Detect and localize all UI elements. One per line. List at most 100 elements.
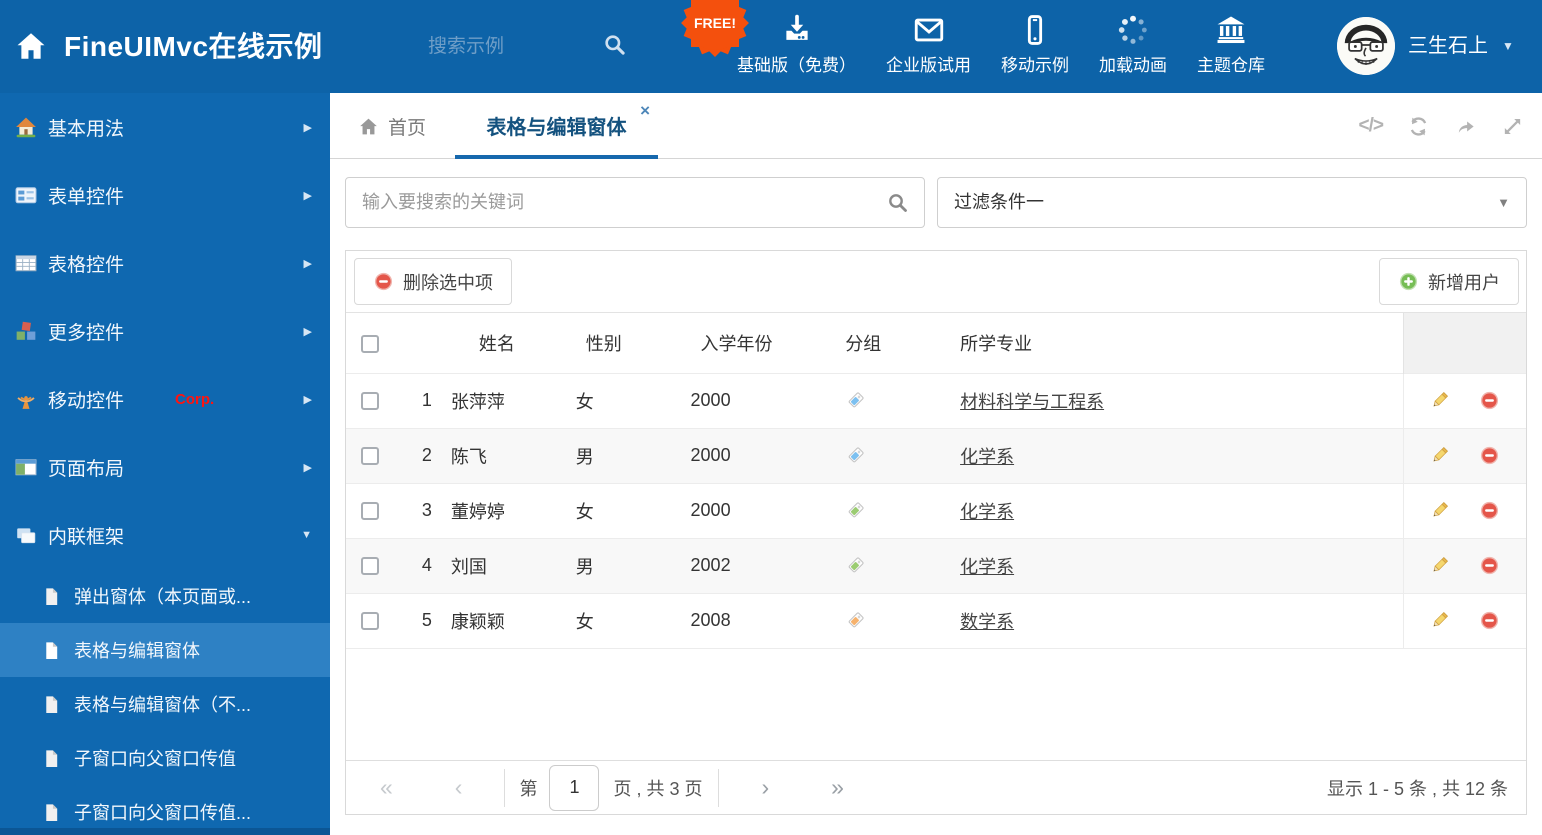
- tab-label: 首页: [388, 117, 427, 139]
- grid-panel: 删除选中项 新增用户 姓名 性别 入学年份 分组 所学专业 1 张萍萍 女 20…: [345, 250, 1527, 815]
- home-icon: [360, 118, 377, 134]
- layout-icon: [15, 459, 37, 476]
- user-name[interactable]: 三生石上: [1408, 0, 1488, 93]
- sidebar-bottom-strip: [0, 828, 330, 835]
- nav-label: 企业版试用: [886, 56, 971, 75]
- delete-row-icon[interactable]: [1479, 390, 1500, 411]
- tag-icon: [848, 557, 864, 573]
- sidebar-subitem-popup-window[interactable]: 弹出窗体（本页面或...: [0, 569, 330, 623]
- sidebar-item-form-controls[interactable]: 表单控件 ▶: [0, 161, 330, 229]
- expand-icon[interactable]: [1501, 115, 1524, 138]
- refresh-icon[interactable]: [1407, 115, 1430, 138]
- close-icon[interactable]: ×: [640, 101, 650, 121]
- select-all-checkbox[interactable]: [361, 334, 379, 353]
- edit-pencil-icon[interactable]: [1429, 390, 1450, 411]
- page-suffix-label: 页 , 共 3 页: [613, 778, 703, 799]
- sidebar-item-label: 更多控件: [48, 322, 125, 344]
- major-link[interactable]: 数学系: [960, 612, 1014, 632]
- sidebar-subitem-label: 子窗口向父窗口传值...: [74, 803, 252, 823]
- tab-home[interactable]: 首页: [358, 93, 426, 159]
- tab-grid-edit-window[interactable]: 表格与编辑窗体 ×: [455, 93, 658, 159]
- tag-icon: [848, 447, 864, 463]
- file-icon: [46, 803, 58, 821]
- search-icon[interactable]: [602, 32, 628, 58]
- search-icon[interactable]: [886, 191, 910, 215]
- edit-pencil-icon[interactable]: [1429, 555, 1450, 576]
- page-number-input[interactable]: [549, 764, 600, 811]
- sidebar-item-mobile-controls[interactable]: 移动控件 Corp. ▶: [0, 365, 330, 433]
- cell-name: 陈飞: [450, 446, 487, 467]
- header-number: [404, 313, 446, 373]
- sidebar-subitem-child-to-parent[interactable]: 子窗口向父窗口传值: [0, 731, 330, 785]
- sidebar-item-label: 表单控件: [48, 186, 125, 208]
- first-page-button[interactable]: «: [380, 774, 393, 801]
- share-icon[interactable]: [1454, 115, 1477, 138]
- delete-row-icon[interactable]: [1479, 500, 1500, 521]
- delete-row-icon[interactable]: [1479, 445, 1500, 466]
- download-icon: [785, 14, 808, 40]
- row-checkbox[interactable]: [361, 392, 379, 411]
- nav-enterprise-trial[interactable]: 企业版试用: [871, 0, 986, 93]
- prev-page-button[interactable]: ‹: [455, 774, 463, 801]
- pager-divider: [504, 768, 506, 807]
- sidebar-item-basic-usage[interactable]: 基本用法 ▶: [0, 93, 330, 161]
- nav-loading-animation[interactable]: 加载动画: [1084, 0, 1182, 93]
- table-icon: [15, 255, 37, 272]
- row-checkbox[interactable]: [361, 502, 379, 521]
- row-number: 5: [421, 610, 432, 630]
- cell-name: 董婷婷: [450, 501, 505, 522]
- edit-pencil-icon[interactable]: [1429, 610, 1450, 631]
- home-icon[interactable]: [14, 29, 48, 63]
- major-link[interactable]: 材料科学与工程系: [960, 392, 1104, 412]
- sidebar-subitem-grid-edit-window[interactable]: 表格与编辑窗体: [0, 623, 330, 677]
- delete-selected-button[interactable]: 删除选中项: [354, 258, 512, 305]
- app-title: FineUIMvc在线示例: [64, 31, 323, 62]
- row-checkbox[interactable]: [361, 557, 379, 576]
- row-checkbox[interactable]: [361, 447, 379, 466]
- major-link[interactable]: 化学系: [960, 502, 1014, 522]
- source-code-icon[interactable]: </>: [1359, 115, 1385, 137]
- sidebar-subitem-grid-edit-window-2[interactable]: 表格与编辑窗体（不...: [0, 677, 330, 731]
- sidebar-subitem-label: 表格与编辑窗体（不...: [74, 695, 252, 715]
- cell-year: 2000: [690, 445, 731, 465]
- column-header-major: 所学专业: [960, 333, 1033, 354]
- tag-icon: [848, 392, 864, 408]
- header-search-input[interactable]: [428, 30, 588, 64]
- row-checkbox[interactable]: [361, 612, 379, 631]
- nav-basic-free[interactable]: 基础版（免费）: [722, 0, 871, 93]
- sidebar-item-page-layout[interactable]: 页面布局 ▶: [0, 433, 330, 501]
- sidebar-item-grid-controls[interactable]: 表格控件 ▶: [0, 229, 330, 297]
- sidebar-item-iframe[interactable]: 内联框架 ▼: [0, 501, 330, 569]
- column-header-actions: [1402, 313, 1526, 373]
- nav-mobile-demo[interactable]: 移动示例: [986, 0, 1084, 93]
- add-user-button[interactable]: 新增用户: [1379, 258, 1519, 305]
- delete-row-icon[interactable]: [1479, 610, 1500, 631]
- antenna-icon: [17, 396, 35, 409]
- major-link[interactable]: 化学系: [960, 557, 1014, 577]
- cell-year: 2002: [690, 555, 731, 575]
- main-content: 首页 表格与编辑窗体 × </> 输入要搜索的关键词 过滤条件一 ▼ 删除选中项…: [330, 93, 1542, 835]
- keyword-search-input[interactable]: [362, 178, 872, 227]
- column-header-group: 分组: [845, 333, 882, 354]
- chevron-down-icon: ▼: [301, 529, 312, 541]
- corp-badge: Corp.: [175, 390, 215, 408]
- sidebar-item-label: 页面布局: [48, 458, 125, 480]
- cubes-icon: [16, 321, 36, 340]
- last-page-button[interactable]: »: [831, 774, 844, 801]
- sidebar-item-more-controls[interactable]: 更多控件 ▶: [0, 297, 330, 365]
- delete-row-icon[interactable]: [1479, 555, 1500, 576]
- envelope-icon: [914, 18, 943, 42]
- row-number: 2: [421, 445, 432, 465]
- edit-pencil-icon[interactable]: [1429, 500, 1450, 521]
- nav-label: 加载动画: [1099, 56, 1167, 75]
- avatar[interactable]: [1337, 17, 1395, 75]
- filter-dropdown[interactable]: 过滤条件一 ▼: [937, 177, 1527, 228]
- nav-theme-store[interactable]: 主题仓库: [1182, 0, 1280, 93]
- chevron-down-icon[interactable]: ▼: [1502, 0, 1514, 93]
- edit-pencil-icon[interactable]: [1429, 445, 1450, 466]
- sidebar: 基本用法 ▶ 表单控件 ▶ 表格控件 ▶ 更多控件 ▶ 移动控件 Corp. ▶…: [0, 93, 330, 835]
- major-link[interactable]: 化学系: [960, 447, 1014, 467]
- cell-name: 康颖颖: [450, 611, 505, 632]
- row-number: 4: [421, 555, 432, 575]
- next-page-button[interactable]: ›: [761, 774, 769, 801]
